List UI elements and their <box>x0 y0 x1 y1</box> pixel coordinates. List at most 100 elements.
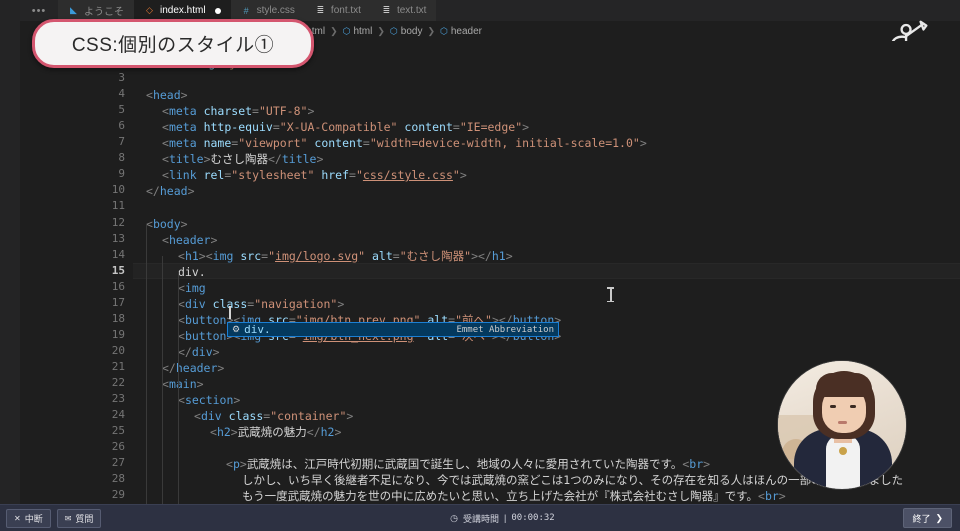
tag-icon: ⬡ <box>389 25 398 36</box>
line-number: 18 <box>111 311 125 325</box>
code-line[interactable]: <header> <box>146 232 217 248</box>
tab-index-html[interactable]: ◇ index.html <box>134 0 231 21</box>
line-number: 12 <box>111 215 125 229</box>
end-session-label: 終了 <box>912 513 931 524</box>
tag-icon: ⬡ <box>342 25 351 36</box>
line-number: 7 <box>118 135 125 149</box>
tag-icon: ⬡ <box>440 25 448 36</box>
tab-style-css[interactable]: # style.css <box>230 0 305 21</box>
line-number: 27 <box>111 456 125 470</box>
webcam-person-shirt <box>826 435 860 489</box>
editor-tab-bar: ••• ◣ ようこそ ◇ index.html # style.css ≣ fo… <box>20 0 960 21</box>
abort-button[interactable]: ✕ 中断 <box>6 508 51 528</box>
chevron-right-icon: ❯ <box>935 512 943 523</box>
line-number: 15 <box>111 263 125 277</box>
code-line[interactable]: </header> <box>146 360 224 376</box>
abort-button-label: 中断 <box>24 513 43 524</box>
line-number: 10 <box>111 183 125 197</box>
breadcrumb-label: html <box>353 25 373 37</box>
code-line[interactable]: <img <box>146 280 206 296</box>
line-number: 16 <box>111 279 125 293</box>
line-number: 19 <box>111 327 125 341</box>
tab-label: style.css <box>256 5 295 16</box>
mail-icon: ✉ <box>64 513 72 523</box>
session-timer-separator: | <box>504 513 507 523</box>
code-line[interactable]: <link rel="stylesheet" href="css/style.c… <box>146 167 467 183</box>
vscode-icon: ◣ <box>70 5 77 15</box>
line-number: 29 <box>111 488 125 502</box>
line-number: 9 <box>118 167 125 181</box>
breadcrumb-label: header <box>450 25 483 37</box>
tab-welcome[interactable]: ◣ ようこそ <box>58 0 134 21</box>
line-number: 8 <box>118 151 125 165</box>
line-number-gutter: 2345678910111213141516171819202122232425… <box>20 41 133 505</box>
code-line[interactable]: <meta http-equiv="X-UA-Compatible" conte… <box>146 119 529 135</box>
line-number: 22 <box>111 376 125 389</box>
question-button-label: 質問 <box>75 513 94 524</box>
text-file-icon: ≣ <box>382 5 391 15</box>
session-timer-value: 00:00:32 <box>511 513 555 523</box>
wrench-icon: ⚙ <box>232 324 241 334</box>
line-number: 28 <box>111 472 125 486</box>
tab-font-txt[interactable]: ≣ font.txt <box>304 0 371 21</box>
background-strip <box>0 0 22 505</box>
code-line[interactable]: <head> <box>146 87 188 103</box>
code-line[interactable]: </head> <box>146 183 195 199</box>
line-number: 5 <box>118 103 125 117</box>
html-file-icon: ◇ <box>146 5 153 15</box>
breadcrumb-separator: ❯ <box>377 25 385 36</box>
code-line[interactable]: <p>武蔵焼は、江戸時代初期に武蔵国で誕生し、地域の人々に愛用されていた陶器です… <box>146 456 710 472</box>
line-number: 26 <box>111 440 125 454</box>
tab-label: font.txt <box>330 5 361 16</box>
webcam-person-mouth <box>838 421 847 424</box>
indent-guide <box>162 256 163 505</box>
emmet-suggestion-popup[interactable]: ⚙ div. Emmet Abbreviation <box>227 322 559 337</box>
code-line[interactable]: <meta name="viewport" content="width=dev… <box>146 135 647 151</box>
screen-root: する ご覧 ••• ◣ ようこそ ◇ index.html # style.cs… <box>0 0 960 531</box>
breadcrumb-item-html[interactable]: ⬡ html <box>343 26 373 37</box>
unsaved-changes-dot <box>214 7 221 14</box>
webcam-person-eye-right <box>850 405 856 408</box>
code-line[interactable]: <div class="navigation"> <box>146 296 344 312</box>
webcam-person-fringe <box>816 373 872 397</box>
tab-text-txt[interactable]: ≣ text.txt <box>370 0 437 21</box>
breadcrumb-item-header[interactable]: ⬡ header <box>440 26 482 37</box>
line-number: 3 <box>118 71 125 85</box>
breadcrumb-label: body <box>400 25 423 37</box>
code-line[interactable]: <title>むさし陶器</title> <box>146 151 323 167</box>
session-timer: ◷ 受講時間 | 00:00:32 <box>101 512 903 525</box>
code-line[interactable]: div. <box>146 264 206 280</box>
code-line[interactable]: <main> <box>146 376 204 392</box>
code-line[interactable]: <section> <box>146 392 240 408</box>
tab-label: index.html <box>160 5 206 16</box>
code-line[interactable]: <h2>武蔵焼の魅力</h2> <box>146 424 341 440</box>
question-button[interactable]: ✉ 質問 <box>56 508 102 528</box>
line-number: 24 <box>111 408 125 422</box>
emmet-suggestion-hint: Emmet Abbreviation <box>456 324 554 335</box>
lesson-title-banner: CSS:個別のスタイル① <box>32 19 314 68</box>
line-number: 13 <box>111 231 125 245</box>
end-session-button[interactable]: 終了 ❯ <box>903 508 952 528</box>
tab-label: ようこそ <box>84 7 124 18</box>
emmet-suggestion-label: div. <box>244 323 271 336</box>
clock-icon: ◷ <box>450 512 458 523</box>
tab-overflow-button[interactable]: ••• <box>20 0 58 21</box>
breadcrumb-separator: ❯ <box>427 25 436 36</box>
tab-label: text.txt <box>396 5 427 16</box>
code-line[interactable]: <body> <box>146 216 188 232</box>
breadcrumb-item-body[interactable]: ⬡ body <box>390 26 423 37</box>
line-number: 6 <box>118 119 125 133</box>
indent-guide <box>146 224 147 505</box>
lesson-title-text: CSS:個別のスタイル① <box>71 35 275 56</box>
line-number: 4 <box>118 87 125 101</box>
text-file-icon: ≣ <box>316 5 325 15</box>
line-number: 17 <box>111 295 125 309</box>
code-line[interactable]: </div> <box>146 344 220 360</box>
text-caret <box>229 306 231 319</box>
code-line[interactable]: もう一度武蔵焼の魅力を世の中に広めたいと思い、立ち上げた会社が『株式会社むさし陶… <box>146 488 786 504</box>
code-line[interactable]: <h1><img src="img/logo.svg" alt="むさし陶器">… <box>146 248 513 264</box>
line-number: 20 <box>111 343 125 357</box>
line-number: 25 <box>111 424 125 438</box>
line-number: 14 <box>111 247 125 261</box>
code-line[interactable]: <meta charset="UTF-8"> <box>146 103 314 119</box>
